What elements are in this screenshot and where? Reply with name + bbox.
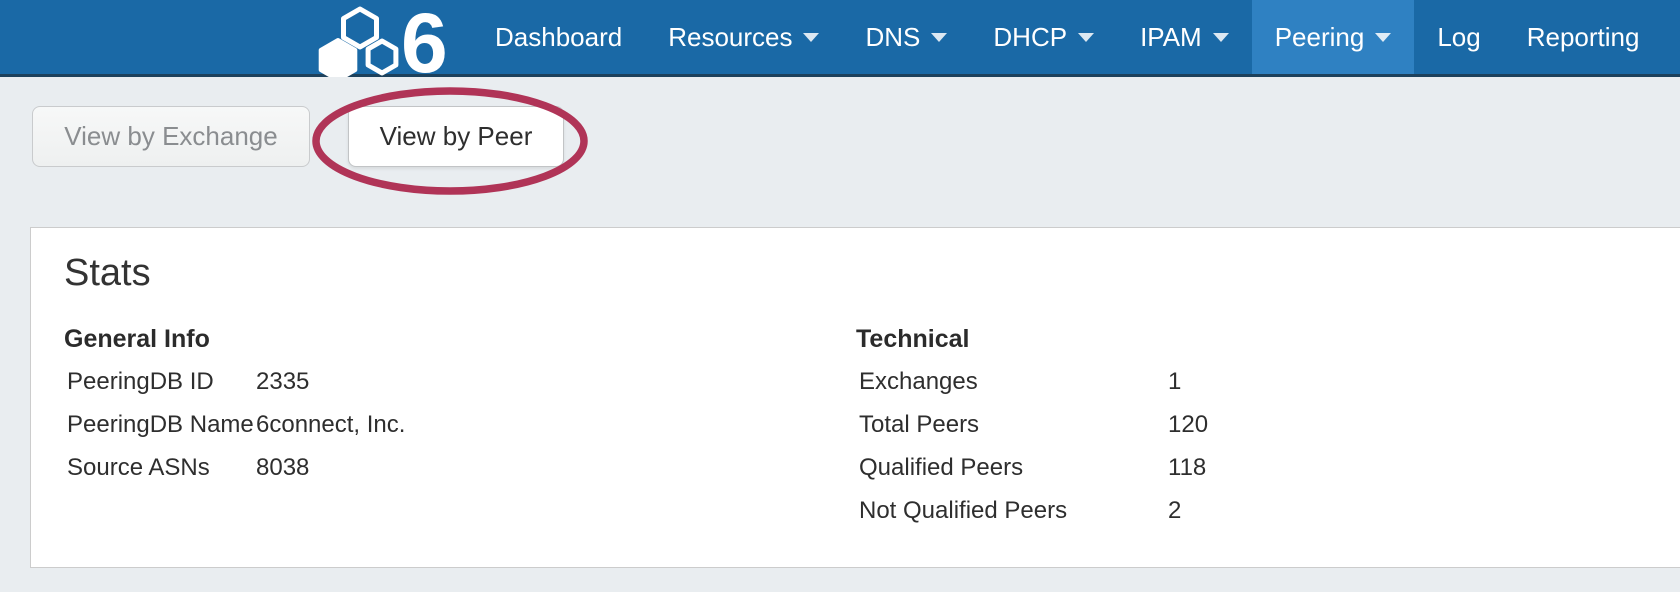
stats-title: Stats	[64, 254, 151, 292]
stat-label: PeeringDB Name	[64, 403, 256, 446]
stat-value: 8038	[256, 446, 405, 489]
nav-label: DHCP	[993, 22, 1067, 53]
nav-label: DNS	[865, 22, 920, 53]
nav-item-log[interactable]: Log	[1414, 0, 1503, 74]
general-info-section: General Info PeeringDB ID 2335 PeeringDB…	[64, 322, 405, 489]
stat-label: PeeringDB ID	[64, 360, 256, 403]
stat-value: 1	[1168, 360, 1208, 403]
stat-value: 2	[1168, 489, 1208, 532]
chevron-down-icon	[931, 33, 947, 42]
general-info-table: PeeringDB ID 2335 PeeringDB Name 6connec…	[64, 360, 405, 489]
nav-item-dashboard[interactable]: Dashboard	[472, 0, 645, 74]
technical-section: Technical Exchanges 1 Total Peers 120 Qu…	[856, 322, 1208, 532]
logo-six-text: 6	[401, 6, 448, 77]
stat-row: Total Peers 120	[856, 403, 1208, 446]
nav-item-dns[interactable]: DNS	[842, 0, 970, 74]
nav-item-resources[interactable]: Resources	[645, 0, 842, 74]
stat-label: Source ASNs	[64, 446, 256, 489]
main-nav: Dashboard Resources DNS DHCP IPAM Peerin…	[472, 0, 1662, 74]
nav-item-dhcp[interactable]: DHCP	[970, 0, 1117, 74]
stat-value: 118	[1168, 446, 1208, 489]
stat-label: Exchanges	[856, 360, 1168, 403]
chevron-down-icon	[1375, 33, 1391, 42]
nav-item-ipam[interactable]: IPAM	[1117, 0, 1252, 74]
logo-hexagons-icon	[321, 9, 396, 77]
chevron-down-icon	[1078, 33, 1094, 42]
stat-value: 2335	[256, 360, 405, 403]
stat-row: Source ASNs 8038	[64, 446, 405, 489]
nav-label: Peering	[1275, 22, 1365, 53]
nav-label: Resources	[668, 22, 792, 53]
top-navbar: 6 Dashboard Resources DNS DHCP IPAM Peer…	[0, 0, 1680, 77]
nav-item-reporting[interactable]: Reporting	[1504, 0, 1663, 74]
stat-value: 6connect, Inc.	[256, 403, 405, 446]
stat-row: Qualified Peers 118	[856, 446, 1208, 489]
stat-row: PeeringDB ID 2335	[64, 360, 405, 403]
technical-heading: Technical	[856, 322, 1208, 356]
stat-row: Not Qualified Peers 2	[856, 489, 1208, 532]
technical-table: Exchanges 1 Total Peers 120 Qualified Pe…	[856, 360, 1208, 532]
stat-label: Not Qualified Peers	[856, 489, 1168, 532]
stat-label: Total Peers	[856, 403, 1168, 446]
nav-item-peering[interactable]: Peering	[1252, 0, 1415, 74]
6connect-logo[interactable]: 6	[308, 6, 458, 77]
view-by-exchange-button[interactable]: View by Exchange	[32, 106, 310, 167]
nav-label: IPAM	[1140, 22, 1202, 53]
stat-row: Exchanges 1	[856, 360, 1208, 403]
chevron-down-icon	[803, 33, 819, 42]
view-by-peer-button[interactable]: View by Peer	[348, 106, 564, 167]
stat-label: Qualified Peers	[856, 446, 1168, 489]
nav-label: Dashboard	[495, 22, 622, 53]
chevron-down-icon	[1213, 33, 1229, 42]
general-info-heading: General Info	[64, 322, 405, 356]
stat-value: 120	[1168, 403, 1208, 446]
nav-label: Reporting	[1527, 22, 1640, 53]
stats-card: Stats General Info PeeringDB ID 2335 Pee…	[30, 227, 1680, 568]
nav-label: Log	[1437, 22, 1480, 53]
stat-row: PeeringDB Name 6connect, Inc.	[64, 403, 405, 446]
